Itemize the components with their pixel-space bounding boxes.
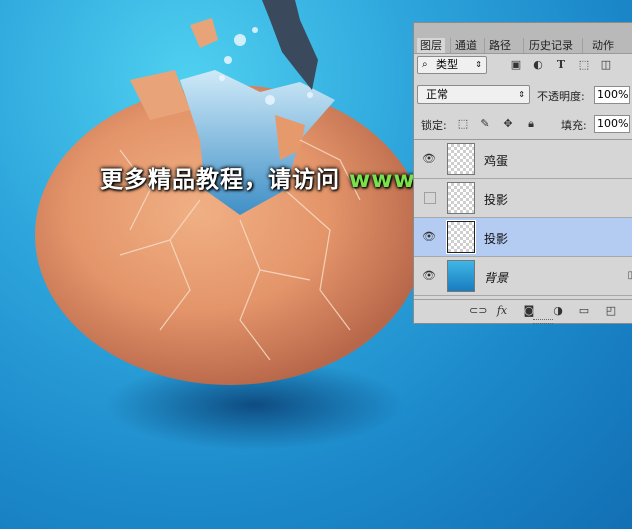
layer-name: 投影 bbox=[484, 232, 509, 246]
dropdown-arrow-icon: ⇕ bbox=[475, 60, 482, 69]
tab-layers[interactable]: 图层 bbox=[417, 38, 445, 53]
panel-footer: ⊂⊃ fx ◙ ◑ ▭ ◰ bbox=[414, 299, 632, 324]
link-icon[interactable]: ⊂⊃ bbox=[469, 304, 487, 318]
filter-label: 类型 bbox=[436, 58, 458, 71]
tab-history[interactable]: 历史记录 bbox=[523, 38, 578, 53]
panel-tabs: 图层 通道 路径 历史记录 动作 bbox=[414, 23, 632, 54]
tab-paths[interactable]: 路径 bbox=[484, 38, 515, 53]
layer-filter-select[interactable]: ⌕ 类型 ⇕ bbox=[417, 56, 487, 74]
lock-all-icon[interactable]: 🔒︎ bbox=[524, 117, 538, 131]
lock-transparent-icon[interactable]: ⬚ bbox=[456, 117, 470, 131]
tab-channels[interactable]: 通道 bbox=[450, 38, 481, 53]
layer-lock-icon: ▯ bbox=[627, 270, 632, 281]
shell-fragment bbox=[190, 18, 218, 48]
layer-thumbnail bbox=[447, 143, 475, 175]
new-layer-icon[interactable]: ◰ bbox=[604, 304, 618, 318]
type-filter-icon[interactable]: T bbox=[554, 58, 568, 72]
tab-actions[interactable]: 动作 bbox=[582, 38, 623, 53]
search-icon: ⌕ bbox=[422, 59, 428, 70]
layers-list: 👁︎ 鸡蛋 投影 👁︎ 投影 👁︎ 背景 ▯ bbox=[414, 139, 632, 300]
folder-icon[interactable]: ▭ bbox=[577, 304, 591, 318]
adjustment-layer-icon[interactable]: ◑ bbox=[551, 304, 565, 318]
fill-label: 填充: bbox=[561, 119, 587, 132]
blend-mode-select[interactable]: 正常 ⇕ bbox=[417, 85, 530, 104]
layer-row-shadow-1[interactable]: 投影 bbox=[414, 179, 632, 218]
opacity-input[interactable]: 100% bbox=[594, 86, 630, 104]
eye-icon[interactable]: 👁︎ bbox=[422, 230, 436, 243]
layer-name: 背景 bbox=[484, 271, 509, 285]
fx-icon[interactable]: fx bbox=[495, 304, 509, 318]
layer-thumbnail bbox=[446, 220, 476, 254]
layer-name: 投影 bbox=[484, 193, 509, 207]
watermark-cn: 更多精品教程，请访问 bbox=[100, 167, 340, 193]
smart-object-filter-icon[interactable]: ◫ bbox=[599, 58, 613, 72]
layer-thumbnail bbox=[447, 260, 475, 292]
layer-row-background[interactable]: 👁︎ 背景 ▯ bbox=[414, 257, 632, 296]
visibility-toggle[interactable] bbox=[424, 192, 436, 204]
layer-thumbnail bbox=[447, 182, 475, 214]
dolphin-tail bbox=[262, 0, 318, 90]
fill-input[interactable]: 100% bbox=[594, 115, 630, 133]
lock-move-icon[interactable]: ✥ bbox=[501, 117, 515, 131]
dropdown-arrow-icon: ⇕ bbox=[518, 90, 525, 99]
lock-label: 锁定: bbox=[421, 119, 447, 132]
layer-row-shadow-2[interactable]: 👁︎ 投影 bbox=[414, 218, 632, 257]
mask-icon[interactable]: ◙ bbox=[522, 304, 536, 318]
layers-panel: 图层 通道 路径 历史记录 动作 ⌕ 类型 ⇕ ▣ ◐ T ⬚ ◫ 正常 ⇕ 不… bbox=[413, 22, 632, 324]
lock-brush-icon[interactable]: ✎ bbox=[478, 117, 492, 131]
blend-mode-value: 正常 bbox=[426, 88, 448, 101]
resize-grip[interactable] bbox=[533, 319, 553, 324]
shape-filter-icon[interactable]: ⬚ bbox=[577, 58, 591, 72]
image-filter-icon[interactable]: ▣ bbox=[509, 58, 523, 72]
layer-row-egg[interactable]: 👁︎ 鸡蛋 bbox=[414, 140, 632, 179]
opacity-label: 不透明度: bbox=[537, 90, 585, 103]
eye-icon[interactable]: 👁︎ bbox=[422, 269, 436, 282]
adjustment-filter-icon[interactable]: ◐ bbox=[531, 58, 545, 72]
layer-name: 鸡蛋 bbox=[484, 154, 509, 168]
eye-icon[interactable]: 👁︎ bbox=[422, 152, 436, 165]
